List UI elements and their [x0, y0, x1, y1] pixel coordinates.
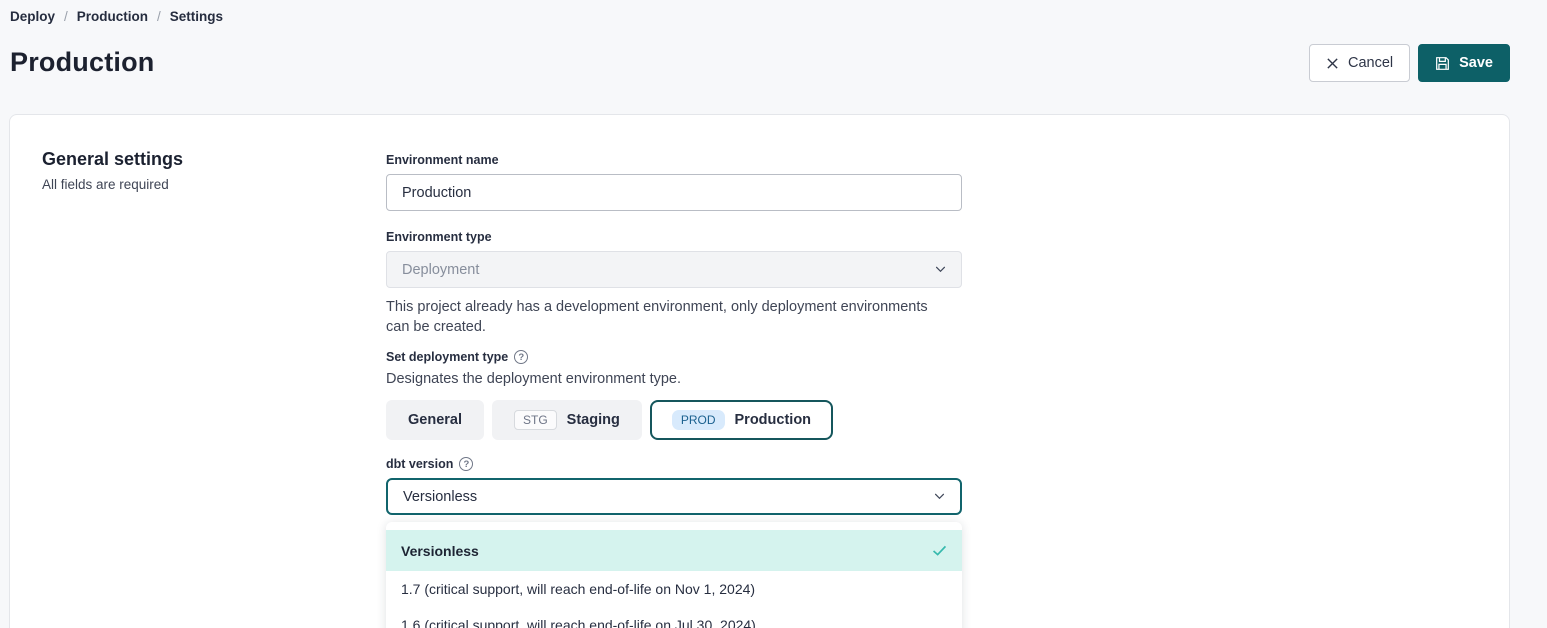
cancel-button[interactable]: Cancel	[1309, 44, 1410, 82]
deployment-type-production-button[interactable]: PROD Production	[650, 400, 833, 440]
dbt-version-option-label: 1.7 (critical support, will reach end-of…	[401, 581, 755, 597]
help-icon[interactable]: ?	[459, 457, 473, 471]
dbt-version-select[interactable]: Versionless	[386, 478, 962, 515]
breadcrumb-settings[interactable]: Settings	[170, 9, 223, 24]
breadcrumb-deploy[interactable]: Deploy	[10, 9, 55, 24]
cancel-button-label: Cancel	[1348, 55, 1393, 71]
deployment-type-staging-button[interactable]: STG Staging	[492, 400, 642, 440]
dbt-version-option-1-7[interactable]: 1.7 (critical support, will reach end-of…	[386, 571, 962, 607]
dbt-version-value: Versionless	[403, 489, 477, 505]
section-subtitle: All fields are required	[42, 177, 183, 192]
dbt-version-option-1-6[interactable]: 1.6 (critical support, will reach end-of…	[386, 607, 962, 628]
dbt-version-option-label: Versionless	[401, 543, 479, 559]
save-button-label: Save	[1459, 55, 1493, 71]
deployment-type-general-label: General	[408, 412, 462, 428]
dbt-version-label: dbt version ?	[386, 457, 962, 471]
dbt-version-menu: Versionless 1.7 (critical support, will …	[386, 522, 962, 628]
dbt-version-option-versionless[interactable]: Versionless	[386, 530, 962, 571]
breadcrumb-separator: /	[157, 9, 161, 24]
breadcrumb-production[interactable]: Production	[77, 9, 148, 24]
chevron-down-icon	[935, 266, 946, 273]
deployment-type-options: General STG Staging PROD Production	[386, 400, 962, 440]
breadcrumb: Deploy / Production / Settings	[10, 9, 223, 24]
close-icon	[1326, 57, 1339, 70]
environment-type-label: Environment type	[386, 230, 962, 244]
deployment-type-label: Set deployment type ?	[386, 350, 962, 364]
page-title: Production	[10, 47, 155, 78]
save-floppy-icon	[1435, 56, 1450, 71]
dbt-version-label-text: dbt version	[386, 457, 453, 471]
environment-name-label: Environment name	[386, 153, 962, 167]
prod-badge: PROD	[672, 410, 725, 430]
environment-name-input[interactable]	[386, 174, 962, 211]
environment-type-value: Deployment	[402, 262, 479, 278]
help-icon[interactable]: ?	[514, 350, 528, 364]
deployment-type-staging-label: Staging	[567, 412, 620, 428]
section-title: General settings	[42, 149, 183, 170]
deployment-type-label-text: Set deployment type	[386, 350, 508, 364]
header-actions: Cancel Save	[1309, 44, 1510, 82]
section-info: General settings All fields are required	[42, 149, 183, 192]
staging-badge: STG	[514, 410, 557, 430]
breadcrumb-separator: /	[64, 9, 68, 24]
save-button[interactable]: Save	[1418, 44, 1510, 82]
check-icon	[932, 545, 947, 556]
environment-type-select[interactable]: Deployment	[386, 251, 962, 288]
general-settings-card: General settings All fields are required…	[9, 114, 1510, 628]
deployment-type-description: Designates the deployment environment ty…	[386, 371, 962, 387]
dbt-version-option-label: 1.6 (critical support, will reach end-of…	[401, 617, 756, 628]
deployment-type-production-label: Production	[735, 412, 812, 428]
environment-type-helper: This project already has a development e…	[386, 297, 931, 337]
deployment-type-general-button[interactable]: General	[386, 400, 484, 440]
settings-form: Environment name Environment type Deploy…	[386, 153, 962, 628]
chevron-down-icon	[934, 493, 945, 500]
